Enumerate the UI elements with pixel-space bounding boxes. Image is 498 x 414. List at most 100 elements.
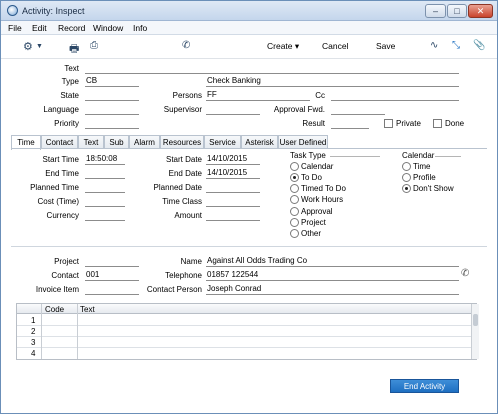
time-class-field[interactable] [206, 196, 260, 207]
approval-fwd-field[interactable] [331, 104, 385, 115]
menu-window[interactable]: Window [93, 23, 123, 33]
row-number: 1 [31, 316, 36, 325]
tab-contact[interactable]: Contact [41, 135, 78, 149]
title-bar: Activity: Inspect – □ ✕ [1, 1, 497, 21]
name-field[interactable]: Against All Odds Trading Co [206, 256, 459, 267]
result-field[interactable] [331, 118, 369, 129]
cc-field[interactable] [331, 90, 459, 101]
task-type-option-label: Project [301, 218, 326, 227]
tab-user-defined[interactable]: User Defined [278, 135, 328, 149]
gear-icon[interactable]: ⚙ [23, 40, 33, 53]
menu-edit[interactable]: Edit [32, 23, 47, 33]
contact-field[interactable]: 001 [85, 270, 139, 281]
private-label: Private [396, 119, 421, 128]
cost-time-field[interactable] [85, 196, 125, 207]
toolbar: ⚙ ▼ 🖶 ⎙ ✆ Create ▾ Cancel Save ∿ ⤡ 📎 [1, 35, 497, 59]
chevron-down-icon[interactable]: ▼ [36, 43, 43, 50]
printer-icon[interactable]: 🖶 [69, 40, 79, 59]
menu-bar: File Edit Record Window Info [1, 21, 497, 35]
create-button[interactable]: Create ▾ [267, 41, 299, 52]
calendar-radio-dont-show[interactable] [402, 184, 411, 193]
activity-graph-icon[interactable]: ∿ [430, 40, 438, 51]
task-type-radio-work-hours[interactable] [290, 195, 299, 204]
project-label: Project [54, 257, 79, 266]
task-type-radio-approval[interactable] [290, 207, 299, 216]
cost-time-label: Cost (Time) [37, 197, 79, 206]
private-checkbox[interactable] [384, 119, 393, 128]
priority-label: Priority [54, 119, 79, 128]
project-field[interactable] [85, 256, 139, 267]
table-row[interactable]: 3 [17, 337, 476, 348]
contact-person-field[interactable]: Joseph Conrad [206, 284, 459, 295]
state-field[interactable] [85, 90, 139, 101]
phone-icon[interactable]: ✆ [461, 268, 469, 279]
task-type-radio-other[interactable] [290, 229, 299, 238]
table-row[interactable]: 4 [17, 348, 476, 359]
end-activity-button[interactable]: End Activity [390, 379, 459, 393]
end-date-field[interactable]: 14/10/2015 [206, 168, 260, 179]
persons-field[interactable]: FF [206, 90, 310, 101]
language-field[interactable] [85, 104, 139, 115]
currency-field[interactable] [85, 210, 125, 221]
grid-header-code: Code [45, 305, 65, 314]
tab-divider [11, 148, 487, 149]
end-time-field[interactable] [85, 168, 125, 179]
grid-header-text: Text [80, 305, 95, 314]
task-type-radio-calendar[interactable] [290, 162, 299, 171]
rows-grid[interactable]: Code Text 1 2 3 4 [16, 303, 479, 360]
save-button[interactable]: Save [376, 41, 395, 51]
text-field[interactable] [85, 63, 459, 74]
task-type-radio-project[interactable] [290, 218, 299, 227]
task-type-option-label: Calendar [301, 162, 334, 171]
planned-date-field[interactable] [206, 182, 260, 193]
invoice-item-label: Invoice Item [35, 285, 79, 294]
expand-icon[interactable]: ⤡ [452, 40, 460, 51]
start-time-field[interactable]: 18:50:08 [85, 154, 125, 165]
calendar-rule [435, 156, 461, 157]
cancel-button[interactable]: Cancel [322, 41, 348, 51]
menu-record[interactable]: Record [58, 23, 85, 33]
calendar-radio-profile[interactable] [402, 173, 411, 182]
supervisor-field[interactable] [206, 104, 260, 115]
telephone-field[interactable]: 01857 122544 [206, 270, 459, 281]
scrollbar-thumb[interactable] [473, 314, 478, 326]
supervisor-label: Supervisor [163, 105, 202, 114]
tab-alarm[interactable]: Alarm [129, 135, 160, 149]
tab-service[interactable]: Service [204, 135, 241, 149]
task-type-option-label: Work Hours [301, 195, 344, 204]
amount-field[interactable] [206, 210, 260, 221]
phone-icon[interactable]: ✆ [182, 40, 190, 51]
calendar-radio-time[interactable] [402, 162, 411, 171]
minimize-button[interactable]: – [425, 4, 446, 18]
maximize-button[interactable]: □ [447, 4, 467, 18]
calendar-option-label: Time [413, 162, 431, 171]
priority-field[interactable] [85, 118, 139, 129]
print-preview-icon[interactable]: ⎙ [90, 40, 98, 51]
tab-asterisk[interactable]: Asterisk [241, 135, 278, 149]
start-date-field[interactable]: 14/10/2015 [206, 154, 260, 165]
type-field[interactable]: CB [85, 76, 139, 87]
name-label: Name [180, 257, 202, 266]
start-date-label: Start Date [165, 155, 202, 164]
planned-date-label: Planned Date [153, 183, 202, 192]
task-type-option-label: Other [301, 229, 322, 238]
row-number: 3 [31, 338, 36, 347]
tab-sub[interactable]: Sub [104, 135, 129, 149]
contact-label: Contact [51, 271, 79, 280]
tab-resources[interactable]: Resources [160, 135, 204, 149]
done-checkbox[interactable] [433, 119, 442, 128]
table-row[interactable]: 1 [17, 315, 476, 326]
task-type-radio-to-do[interactable] [290, 173, 299, 182]
menu-file[interactable]: File [8, 23, 22, 33]
task-type-radio-timed-to-do[interactable] [290, 184, 299, 193]
grid-scrollbar[interactable] [471, 304, 479, 359]
planned-time-field[interactable] [85, 182, 125, 193]
tab-text[interactable]: Text [78, 135, 104, 149]
menu-info[interactable]: Info [133, 23, 147, 33]
row-number: 4 [31, 349, 36, 358]
table-row[interactable]: 2 [17, 326, 476, 337]
section-divider [11, 246, 487, 247]
paperclip-icon[interactable]: 📎 [473, 40, 485, 51]
task-type-option-label: To Do [301, 173, 322, 182]
close-button[interactable]: ✕ [468, 4, 493, 18]
